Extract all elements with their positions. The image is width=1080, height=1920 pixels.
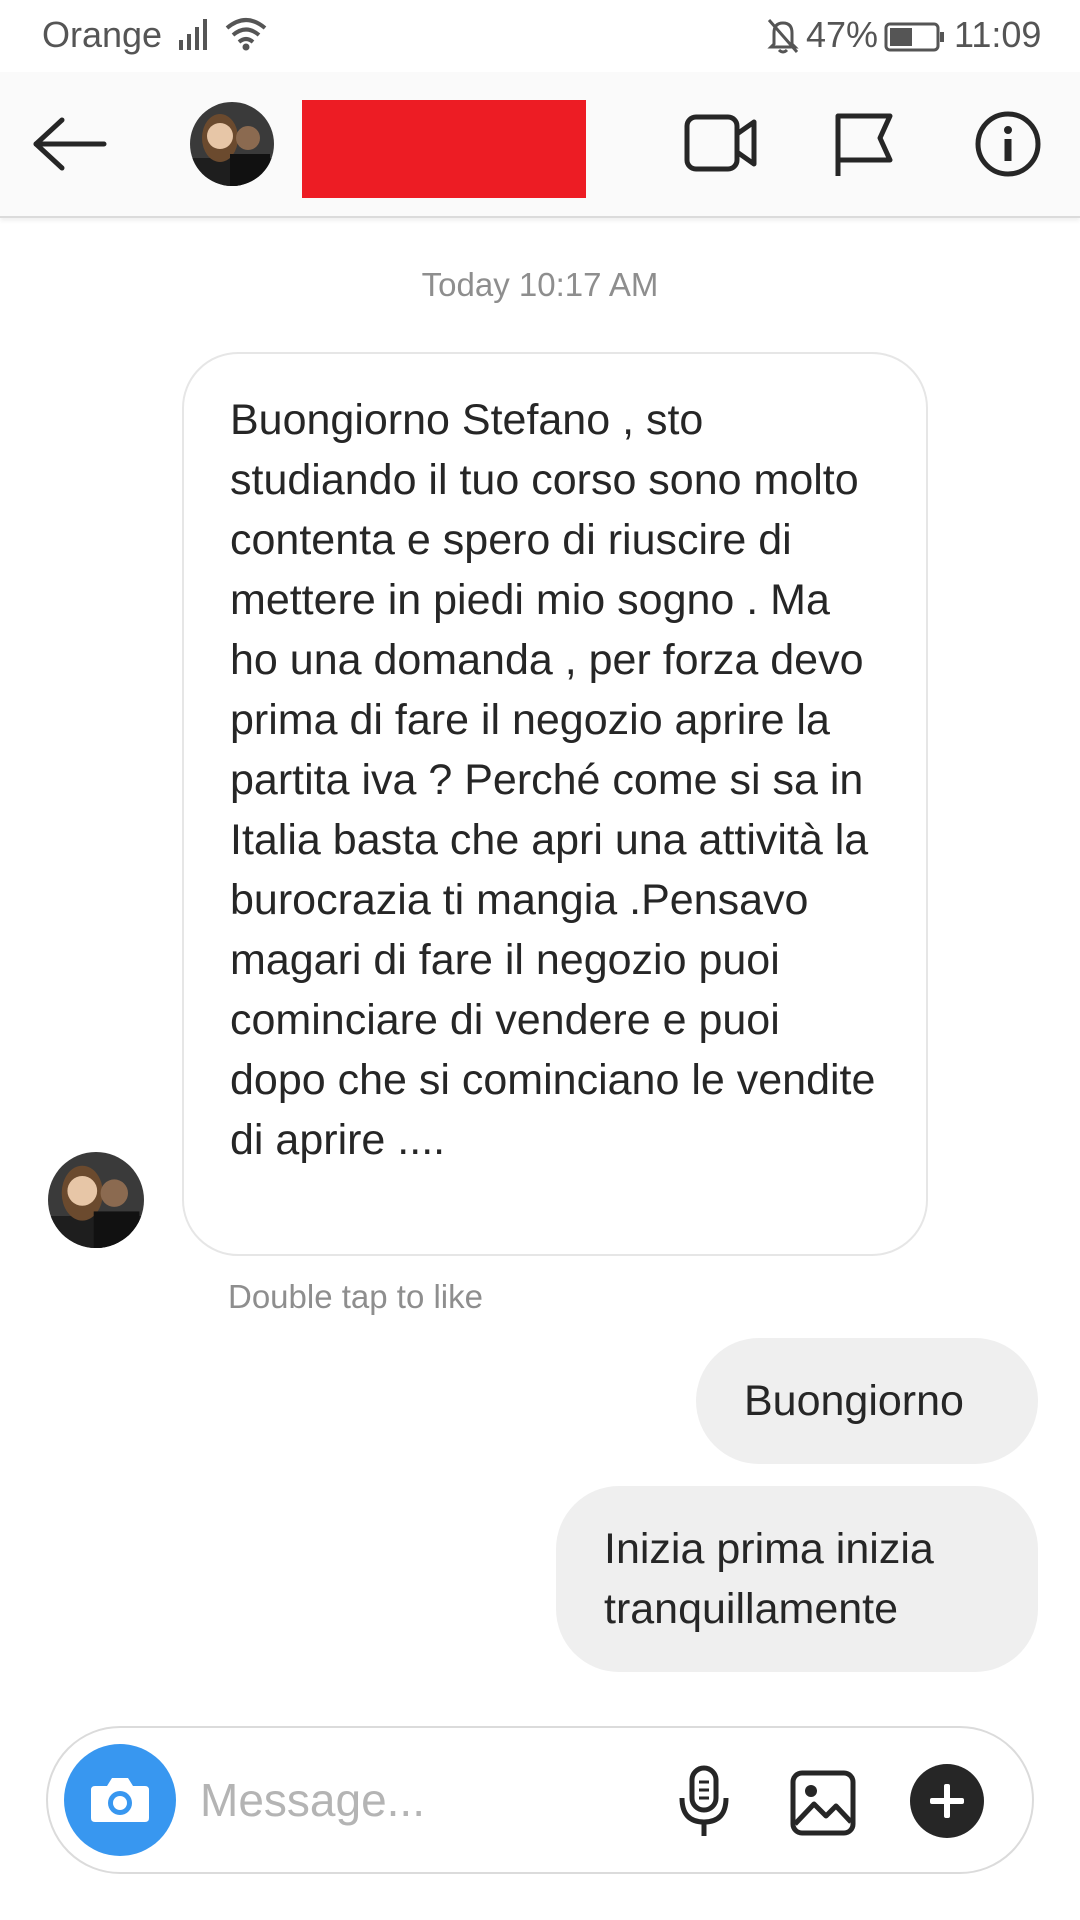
outgoing-message-bubble[interactable]: Inizia prima inizia tranquillamente bbox=[556, 1486, 1038, 1672]
gallery-icon[interactable] bbox=[790, 1770, 856, 1841]
contact-avatar[interactable] bbox=[190, 102, 274, 186]
plus-icon[interactable] bbox=[910, 1764, 984, 1838]
microphone-icon[interactable] bbox=[676, 1764, 732, 1845]
outgoing-message-bubble[interactable]: Buongiorno bbox=[696, 1338, 1038, 1464]
signal-icon bbox=[178, 16, 214, 55]
flag-icon[interactable] bbox=[832, 112, 894, 183]
carrier-name: Orange bbox=[42, 14, 163, 55]
battery-icon bbox=[884, 22, 946, 57]
camera-icon[interactable] bbox=[64, 1744, 176, 1856]
incoming-message-bubble[interactable]: Buongiorno Stefano , sto studiando il tu… bbox=[182, 352, 928, 1256]
wifi-icon bbox=[224, 16, 268, 57]
contact-name-redacted[interactable] bbox=[302, 100, 586, 198]
status-time: 11:09 bbox=[954, 14, 1042, 55]
chat-header bbox=[0, 72, 1080, 218]
message-timestamp: Today 10:17 AM bbox=[421, 266, 659, 303]
message-input[interactable] bbox=[200, 1768, 680, 1832]
sender-avatar[interactable] bbox=[48, 1152, 144, 1248]
arrow-left-icon[interactable] bbox=[30, 114, 110, 179]
battery-percentage: 47% bbox=[806, 14, 879, 55]
message-composer bbox=[46, 1726, 1034, 1874]
status-bar: Orange 47% 11:09 bbox=[0, 0, 1080, 72]
video-call-icon[interactable] bbox=[684, 112, 758, 179]
bell-off-icon bbox=[766, 18, 800, 59]
double-tap-hint: Double tap to like bbox=[228, 1278, 483, 1315]
info-icon[interactable] bbox=[974, 110, 1042, 183]
